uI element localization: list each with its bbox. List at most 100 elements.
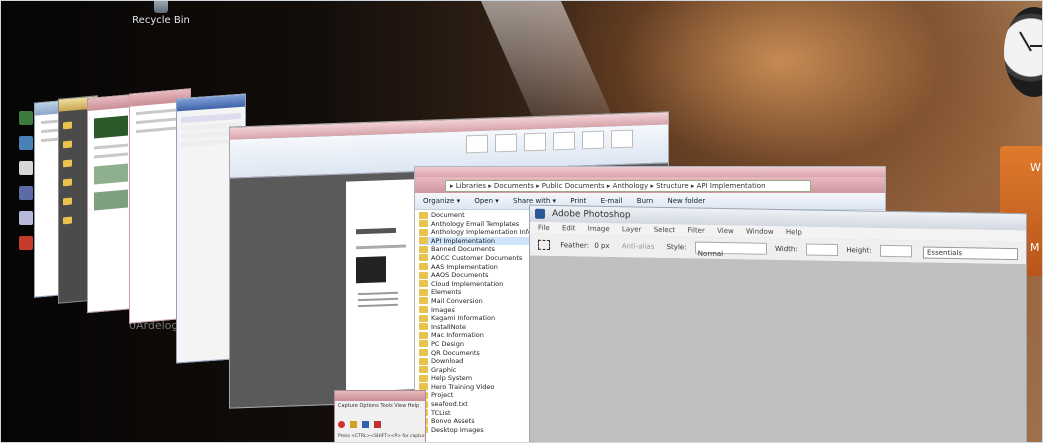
tree-item-label: Anthology Implementation Info bbox=[431, 228, 529, 237]
tree-item[interactable]: Anthology Email Templates bbox=[419, 220, 529, 229]
photoshop-window[interactable]: Adobe Photoshop File Edit Image Layer Se… bbox=[529, 204, 1027, 442]
tree-item[interactable]: Anthology Implementation Info bbox=[419, 228, 529, 237]
snagit-menu-help[interactable]: Help bbox=[408, 403, 419, 409]
tree-item-label: Mail Conversion bbox=[431, 296, 483, 305]
tree-item[interactable]: Mail Conversion bbox=[419, 297, 529, 306]
tree-item[interactable]: Download bbox=[419, 357, 529, 366]
tree-item[interactable]: Kagami Information bbox=[419, 314, 529, 323]
tree-item[interactable]: TCList bbox=[419, 409, 529, 418]
email-button[interactable]: E-mail bbox=[601, 197, 623, 205]
tree-item[interactable]: seafood.txt bbox=[419, 400, 529, 409]
capture-mode-icon[interactable] bbox=[362, 421, 370, 428]
tree-item-label: QR Documents bbox=[431, 348, 480, 357]
menu-edit[interactable]: Edit bbox=[562, 224, 576, 232]
open-button[interactable]: Open ▾ bbox=[474, 197, 498, 205]
menu-layer[interactable]: Layer bbox=[622, 225, 642, 233]
desktop-shortcut-icon[interactable] bbox=[19, 186, 33, 200]
folder-icon bbox=[419, 280, 428, 288]
desktop-shortcut-icon[interactable] bbox=[19, 136, 33, 150]
feather-value[interactable]: 0 px bbox=[594, 242, 609, 250]
folder-icon bbox=[419, 245, 428, 253]
tree-item[interactable]: Cloud Implementation bbox=[419, 280, 529, 289]
tree-item-label: InstallNote bbox=[431, 322, 466, 331]
snagit-window[interactable]: Capture Options Tools View Help Press <C… bbox=[334, 390, 426, 442]
tree-item-label: Hero Training Video bbox=[431, 382, 495, 391]
folder-icon bbox=[419, 237, 428, 245]
menu-select[interactable]: Select bbox=[654, 226, 676, 234]
snagit-menu-tools[interactable]: Tools bbox=[380, 403, 392, 409]
folder-icon bbox=[419, 297, 428, 305]
capture-mode-icon[interactable] bbox=[350, 421, 358, 428]
menu-image[interactable]: Image bbox=[588, 225, 610, 233]
tree-item[interactable]: QR Documents bbox=[419, 349, 529, 358]
tree-item-label: AOCC Customer Documents bbox=[431, 253, 523, 262]
desktop-shortcut-icon[interactable] bbox=[19, 111, 33, 125]
tree-item[interactable]: Document bbox=[419, 211, 529, 220]
tree-item[interactable]: Elements bbox=[419, 288, 529, 297]
folder-icon bbox=[419, 254, 428, 262]
capture-mode-icon[interactable] bbox=[374, 421, 382, 428]
tree-item[interactable]: Help System bbox=[419, 374, 529, 383]
width-label: Width: bbox=[775, 244, 798, 254]
tree-item[interactable]: Desktop Images bbox=[419, 426, 529, 435]
tree-item[interactable]: InstallNote bbox=[419, 323, 529, 332]
recycle-bin[interactable]: Recycle Bin bbox=[131, 1, 191, 26]
marquee-tool-icon[interactable] bbox=[538, 239, 550, 251]
tree-item[interactable]: Banned Documents bbox=[419, 245, 529, 254]
tree-item[interactable]: API Implementation bbox=[419, 236, 529, 246]
menu-filter[interactable]: Filter bbox=[688, 226, 705, 234]
height-field[interactable] bbox=[879, 244, 912, 258]
folder-icon bbox=[419, 374, 428, 382]
snagit-menu-view[interactable]: View bbox=[394, 403, 406, 409]
tree-item[interactable]: Graphic bbox=[419, 366, 529, 375]
folder-icon bbox=[419, 340, 428, 348]
snagit-menu-options[interactable]: Options bbox=[359, 403, 378, 409]
tree-item[interactable]: Project bbox=[419, 391, 529, 400]
burn-button[interactable]: Burn bbox=[637, 197, 653, 205]
recycle-bin-icon bbox=[154, 1, 168, 13]
menu-window[interactable]: Window bbox=[746, 227, 774, 235]
tree-item[interactable]: AAOS Documents bbox=[419, 271, 529, 280]
tree-item[interactable]: Hero Training Video bbox=[419, 383, 529, 392]
print-button[interactable]: Print bbox=[570, 197, 586, 205]
photoshop-app-icon bbox=[535, 208, 545, 219]
recycle-bin-label: Recycle Bin bbox=[132, 15, 190, 26]
capture-record-icon[interactable] bbox=[338, 421, 345, 428]
tree-item-label: Anthology Email Templates bbox=[431, 219, 520, 228]
tree-item[interactable]: PC Design bbox=[419, 340, 529, 349]
desktop-shortcut-icon[interactable] bbox=[19, 236, 33, 250]
tree-item[interactable]: Mac Information bbox=[419, 331, 529, 340]
menu-file[interactable]: File bbox=[538, 224, 550, 232]
snagit-menu-capture[interactable]: Capture bbox=[338, 403, 358, 409]
tree-item-label: Desktop Images bbox=[431, 425, 484, 434]
workspace-switcher[interactable]: Essentials bbox=[923, 246, 1018, 261]
flip3d-window[interactable] bbox=[87, 93, 135, 314]
folder-icon bbox=[419, 323, 428, 331]
tree-item[interactable]: Images bbox=[419, 306, 529, 315]
tree-item-label: Bonvo Assets bbox=[431, 417, 475, 426]
tree-item[interactable]: AAS Implementation bbox=[419, 263, 529, 272]
new-folder-button[interactable]: New folder bbox=[667, 197, 705, 205]
tree-item-label: Cloud Implementation bbox=[431, 279, 504, 288]
tree-item[interactable]: AOCC Customer Documents bbox=[419, 254, 529, 263]
style-select[interactable]: Normal bbox=[694, 241, 767, 258]
tree-item-label: Document bbox=[431, 211, 465, 219]
tree-item-label: Banned Documents bbox=[431, 245, 495, 254]
organize-button[interactable]: Organize ▾ bbox=[423, 197, 460, 205]
menu-view[interactable]: View bbox=[717, 227, 734, 235]
menu-help[interactable]: Help bbox=[786, 228, 802, 236]
desktop-shortcut-icon[interactable] bbox=[19, 161, 33, 175]
anti-alias-label[interactable]: Anti-alias bbox=[622, 242, 655, 251]
navigation-tree: Document Anthology Email Templates Antholo… bbox=[419, 211, 529, 434]
tree-item[interactable]: Bonvo Assets bbox=[419, 417, 529, 426]
style-label: Style: bbox=[666, 243, 687, 252]
folder-icon bbox=[419, 366, 428, 374]
width-field[interactable] bbox=[805, 243, 838, 257]
address-bar[interactable]: ▸ Libraries ▸ Documents ▸ Public Documen… bbox=[445, 180, 811, 192]
tree-item-label: Elements bbox=[431, 288, 462, 297]
desktop-shortcut-icon[interactable] bbox=[19, 211, 33, 225]
tree-item-label: Graphic bbox=[431, 365, 457, 374]
tree-item-label: Images bbox=[431, 305, 455, 314]
tree-item-label: Download bbox=[431, 357, 464, 366]
screenshot-frame: Recycle Bin 0Ardelog... W M ▸ Libraries … bbox=[0, 0, 1043, 443]
